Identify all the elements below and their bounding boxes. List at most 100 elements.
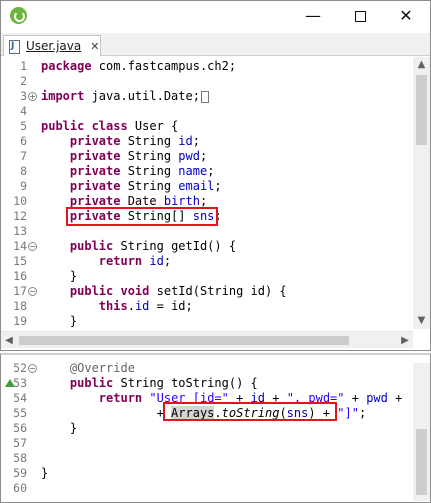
- code-editor-top[interactable]: 1 package com.fastcampus.ch2; 2 3 + import ja…: [1, 57, 430, 329]
- maximize-button[interactable]: [340, 4, 380, 28]
- line-number: 58: [13, 451, 27, 465]
- minimize-button[interactable]: —: [293, 4, 333, 28]
- code-line[interactable]: 13: [1, 224, 401, 239]
- line-number: 4: [20, 104, 27, 118]
- scroll-right-arrow-icon[interactable]: ▶: [397, 332, 413, 349]
- code-line[interactable]: 12 private String[] sns;: [1, 209, 401, 224]
- code-line[interactable]: 53 public String toString() {: [1, 376, 401, 391]
- line-number: 6: [20, 134, 27, 148]
- collapse-fold-icon[interactable]: −: [28, 364, 37, 373]
- line-number: 13: [13, 224, 27, 238]
- vertical-scrollbar-bottom[interactable]: [413, 363, 430, 501]
- code-text: private String pwd;: [41, 149, 207, 164]
- code-token: java.util.Date;: [84, 89, 200, 103]
- code-token: sns: [286, 406, 309, 420]
- code-line[interactable]: 55 + Arrays.toString(sns) + "]";: [1, 406, 401, 421]
- code-token: +: [265, 391, 287, 405]
- scroll-thumb[interactable]: [416, 75, 427, 145]
- close-window-button[interactable]: ✕: [386, 4, 426, 28]
- title-bar[interactable]: — ✕: [1, 1, 430, 31]
- code-token: String: [120, 164, 179, 178]
- code-line[interactable]: 52− @Override: [1, 361, 401, 376]
- code-line[interactable]: 19 }: [1, 314, 401, 329]
- code-text: return id;: [41, 254, 171, 269]
- code-line[interactable]: 1 package com.fastcampus.ch2;: [1, 59, 401, 74]
- scroll-down-arrow-icon[interactable]: ▼: [413, 313, 430, 329]
- code-token: public: [69, 376, 114, 390]
- code-line[interactable]: 59}: [1, 466, 401, 481]
- scroll-up-arrow-icon[interactable]: ▲: [413, 57, 430, 73]
- code-line[interactable]: 17− public void setId(String id) {: [1, 284, 401, 299]
- line-number: 19: [13, 314, 27, 328]
- code-line[interactable]: 4: [1, 104, 401, 119]
- code-line[interactable]: 6 private String id;: [1, 134, 401, 149]
- code-token: public void: [69, 284, 150, 298]
- code-token: private: [69, 179, 121, 193]
- line-number: 12: [13, 209, 27, 223]
- vertical-scrollbar-top[interactable]: ▲ ▼: [413, 57, 430, 329]
- code-line[interactable]: 56 }: [1, 421, 401, 436]
- collapse-fold-icon[interactable]: −: [28, 287, 37, 296]
- line-number: 18: [13, 299, 27, 313]
- horizontal-scroll-thumb[interactable]: [19, 336, 349, 345]
- override-marker-icon[interactable]: [5, 379, 15, 387]
- code-line[interactable]: 7 private String pwd;: [1, 149, 401, 164]
- line-number: 16: [13, 269, 27, 283]
- line-number: 59: [13, 466, 27, 480]
- code-token: private: [69, 194, 121, 208]
- code-line[interactable]: 15 return id;: [1, 254, 401, 269]
- code-token: return: [98, 254, 143, 268]
- code-line[interactable]: 5 public class User {: [1, 119, 401, 134]
- line-number: 7: [20, 149, 27, 163]
- code-line[interactable]: 3 + import java.util.Date;: [1, 89, 401, 104]
- collapse-fold-icon[interactable]: −: [28, 242, 37, 251]
- code-text: return "User [id=" + id + ", pwd=" + pwd…: [41, 391, 410, 406]
- code-line[interactable]: 54 return "User [id=" + id + ", pwd=" + …: [1, 391, 402, 406]
- expand-fold-icon[interactable]: +: [28, 92, 37, 101]
- code-line[interactable]: 58: [1, 451, 401, 466]
- horizontal-scrollbar[interactable]: ◀ ▶: [1, 331, 413, 348]
- code-text: private String id;: [41, 134, 200, 149]
- code-token: import: [41, 89, 85, 103]
- code-text: public String getId() {: [41, 239, 236, 254]
- code-token: public: [69, 239, 114, 253]
- code-line[interactable]: 60: [1, 481, 401, 496]
- scroll-thumb-bottom[interactable]: [416, 429, 427, 495]
- scroll-left-arrow-icon[interactable]: ◀: [1, 332, 17, 349]
- code-token: @Override: [69, 361, 135, 375]
- editor-tab-bar: User.java ✕: [1, 33, 430, 56]
- code-line[interactable]: 9 private String email;: [1, 179, 401, 194]
- code-token: private: [69, 134, 121, 148]
- tab-label: User.java: [26, 39, 82, 53]
- code-line[interactable]: 16 }: [1, 269, 401, 284]
- code-line[interactable]: 2: [1, 74, 401, 89]
- code-text: this.id = id;: [41, 299, 193, 314]
- code-line[interactable]: 18 this.id = id;: [1, 299, 401, 314]
- code-line[interactable]: 57: [1, 436, 401, 451]
- tab-close-icon[interactable]: ✕: [90, 40, 99, 53]
- code-token: toString: [221, 406, 280, 420]
- maximize-icon: [354, 11, 366, 22]
- code-token: id: [149, 254, 164, 268]
- code-token: = id;: [149, 299, 193, 313]
- code-line[interactable]: 10 private Date birth;: [1, 194, 401, 209]
- line-number: 17: [13, 284, 27, 298]
- code-token: Arrays: [171, 406, 215, 420]
- tab-user-java[interactable]: User.java ✕: [3, 35, 101, 56]
- code-token: pwd: [178, 149, 200, 163]
- code-token: ;: [192, 134, 200, 148]
- collapsed-imports-icon[interactable]: [200, 90, 209, 103]
- code-token: private: [69, 209, 121, 223]
- code-token: String toString() {: [113, 376, 258, 390]
- code-line[interactable]: 14− public String getId() {: [1, 239, 401, 254]
- code-editor-bottom[interactable]: 52− @Override 53 public String toString()…: [1, 361, 430, 501]
- code-token: ;: [199, 194, 208, 208]
- line-number: 2: [20, 74, 27, 88]
- code-line[interactable]: 8 private String name;: [1, 164, 401, 179]
